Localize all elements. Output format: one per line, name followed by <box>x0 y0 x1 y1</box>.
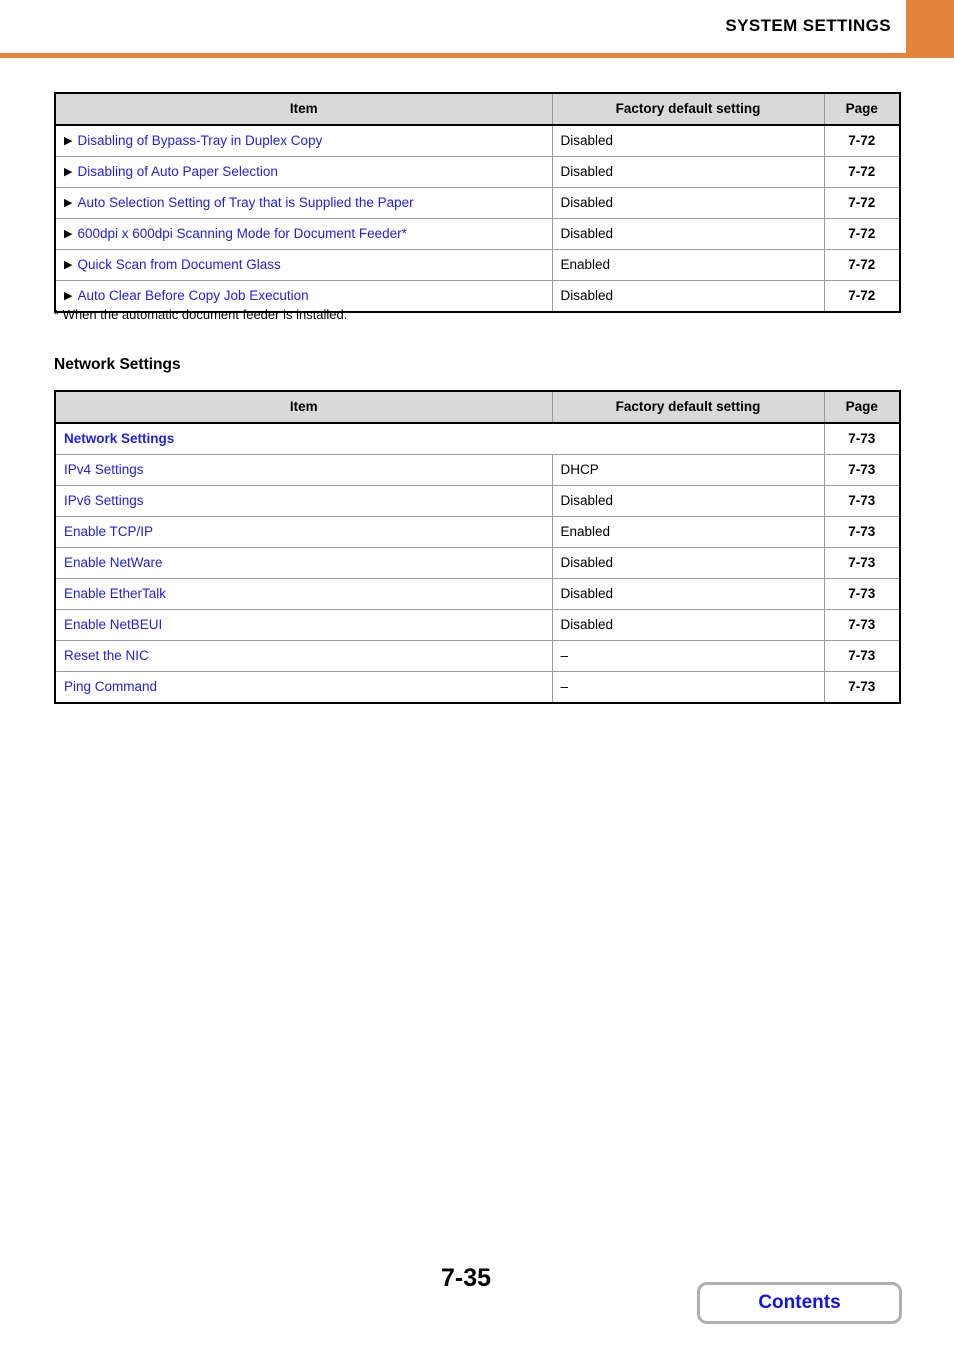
item-link[interactable]: IPv4 Settings <box>64 462 144 477</box>
table-row: IPv6 Settings Disabled 7-73 <box>55 485 900 517</box>
cell-item: ▶ Disabling of Bypass-Tray in Duplex Copy <box>55 125 553 157</box>
cell-page-link[interactable]: 7-72 <box>824 249 900 281</box>
triangle-bullet-icon: ▶ <box>64 290 73 302</box>
cell-item: ▶ Disabling of Auto Paper Selection <box>55 156 553 188</box>
item-link[interactable]: Enable EtherTalk <box>64 586 166 601</box>
cell-page-link[interactable]: 7-72 <box>824 156 900 188</box>
cell-factory-default: Disabled <box>552 156 825 188</box>
network-settings-table: Item Factory default setting Page Networ… <box>54 390 901 704</box>
item-link[interactable]: 600dpi x 600dpi Scanning Mode for Docume… <box>77 226 406 241</box>
item-link[interactable]: Enable TCP/IP <box>64 524 153 539</box>
cell-factory-default: Disabled <box>552 125 825 157</box>
cell-factory-default: Disabled <box>552 547 825 579</box>
column-header-page: Page <box>824 391 900 424</box>
cell-item: Enable TCP/IP <box>55 516 553 548</box>
cell-factory-default: Disabled <box>552 280 825 312</box>
column-header-page: Page <box>824 93 900 126</box>
item-link[interactable]: Reset the NIC <box>64 648 149 663</box>
page-title: SYSTEM SETTINGS <box>725 16 891 35</box>
cell-page-link[interactable]: 7-72 <box>824 280 900 312</box>
table-row-group-header: Network Settings 7-73 <box>55 423 900 455</box>
table-header-row: Item Factory default setting Page <box>55 93 900 126</box>
cell-factory-default: Enabled <box>552 516 825 548</box>
cell-page-link[interactable]: 7-73 <box>824 640 900 672</box>
column-header-item: Item <box>55 93 553 126</box>
table-row: ▶ Disabling of Auto Paper Selection Disabl… <box>55 156 900 188</box>
table-row: IPv4 Settings DHCP 7-73 <box>55 454 900 486</box>
column-header-item: Item <box>55 391 553 424</box>
table-row: Enable NetBEUI Disabled 7-73 <box>55 609 900 641</box>
cell-page-link[interactable]: 7-72 <box>824 218 900 250</box>
item-link[interactable]: Disabling of Auto Paper Selection <box>77 164 277 179</box>
cell-factory-default: DHCP <box>552 454 825 486</box>
item-link[interactable]: Auto Selection Setting of Tray that is S… <box>77 195 413 210</box>
cell-page-link[interactable]: 7-72 <box>824 125 900 157</box>
column-header-factory-default: Factory default setting <box>552 391 825 424</box>
cell-page-link[interactable]: 7-73 <box>824 516 900 548</box>
triangle-bullet-icon: ▶ <box>64 166 73 178</box>
item-link[interactable]: Quick Scan from Document Glass <box>77 257 280 272</box>
cell-factory-default: Disabled <box>552 187 825 219</box>
page-header: SYSTEM SETTINGS <box>0 0 954 58</box>
table-row: ▶ Disabling of Bypass-Tray in Duplex Copy… <box>55 125 900 157</box>
item-link[interactable]: Network Settings <box>64 431 174 446</box>
contents-button-label: Contents <box>758 1292 841 1313</box>
cell-factory-default: Disabled <box>552 485 825 517</box>
cell-item: Reset the NIC <box>55 640 553 672</box>
table-row: ▶ Auto Selection Setting of Tray that is … <box>55 187 900 219</box>
cell-factory-default: – <box>552 640 825 672</box>
item-link[interactable]: Disabling of Bypass-Tray in Duplex Copy <box>77 133 322 148</box>
triangle-bullet-icon: ▶ <box>64 135 73 147</box>
table-row: ▶ Quick Scan from Document Glass Enabled 7-… <box>55 249 900 281</box>
page-number: 7-35 <box>441 1264 492 1292</box>
cell-factory-default: Disabled <box>552 609 825 641</box>
cell-page-link[interactable]: 7-72 <box>824 187 900 219</box>
triangle-bullet-icon: ▶ <box>64 228 73 240</box>
triangle-bullet-icon: ▶ <box>64 259 73 271</box>
table-row: Enable TCP/IP Enabled 7-73 <box>55 516 900 548</box>
cell-page-link[interactable]: 7-73 <box>824 671 900 703</box>
item-link[interactable]: IPv6 Settings <box>64 493 144 508</box>
cell-factory-default: Enabled <box>552 249 825 281</box>
cell-item: IPv4 Settings <box>55 454 553 486</box>
footnote: * When the automatic document feeder is … <box>54 307 348 322</box>
cell-item: ▶ Quick Scan from Document Glass <box>55 249 553 281</box>
cell-factory-default: Disabled <box>552 218 825 250</box>
cell-page-link[interactable]: 7-73 <box>824 485 900 517</box>
item-link[interactable]: Auto Clear Before Copy Job Execution <box>77 288 308 303</box>
table-header-row: Item Factory default setting Page <box>55 391 900 424</box>
cell-item: IPv6 Settings <box>55 485 553 517</box>
cell-item: Enable EtherTalk <box>55 578 553 610</box>
column-header-factory-default: Factory default setting <box>552 93 825 126</box>
cell-item: ▶ 600dpi x 600dpi Scanning Mode for Docum… <box>55 218 553 250</box>
section-heading-network-settings: Network Settings <box>54 356 181 373</box>
cell-page-link[interactable]: 7-73 <box>824 423 900 455</box>
contents-button[interactable]: Contents <box>697 1282 902 1324</box>
cell-page-link[interactable]: 7-73 <box>824 578 900 610</box>
cell-item: Enable NetWare <box>55 547 553 579</box>
cell-page-link[interactable]: 7-73 <box>824 609 900 641</box>
table-row: Ping Command –7-73 <box>55 671 900 703</box>
cell-item: Enable NetBEUI <box>55 609 553 641</box>
cell-page-link[interactable]: 7-73 <box>824 454 900 486</box>
header-orange-accent-block <box>906 0 954 53</box>
copy-settings-table: Item Factory default setting Page ▶ Disab… <box>54 92 901 313</box>
item-link[interactable]: Enable NetWare <box>64 555 163 570</box>
table-row: Enable EtherTalk Disabled 7-73 <box>55 578 900 610</box>
item-link[interactable]: Ping Command <box>64 679 157 694</box>
network-settings-table-container: Item Factory default setting Page Networ… <box>54 390 901 704</box>
item-link[interactable]: Enable NetBEUI <box>64 617 162 632</box>
table-row: Enable NetWare Disabled 7-73 <box>55 547 900 579</box>
cell-item-group: Network Settings <box>55 423 825 455</box>
copy-settings-table-container: Item Factory default setting Page ▶ Disab… <box>54 92 901 313</box>
cell-factory-default: Disabled <box>552 578 825 610</box>
table-row: ▶ 600dpi x 600dpi Scanning Mode for Docum… <box>55 218 900 250</box>
cell-item: Ping Command <box>55 671 553 703</box>
cell-factory-default: – <box>552 671 825 703</box>
cell-item: ▶ Auto Selection Setting of Tray that is … <box>55 187 553 219</box>
cell-page-link[interactable]: 7-73 <box>824 547 900 579</box>
triangle-bullet-icon: ▶ <box>64 197 73 209</box>
table-row: Reset the NIC –7-73 <box>55 640 900 672</box>
header-orange-rule <box>0 53 954 58</box>
